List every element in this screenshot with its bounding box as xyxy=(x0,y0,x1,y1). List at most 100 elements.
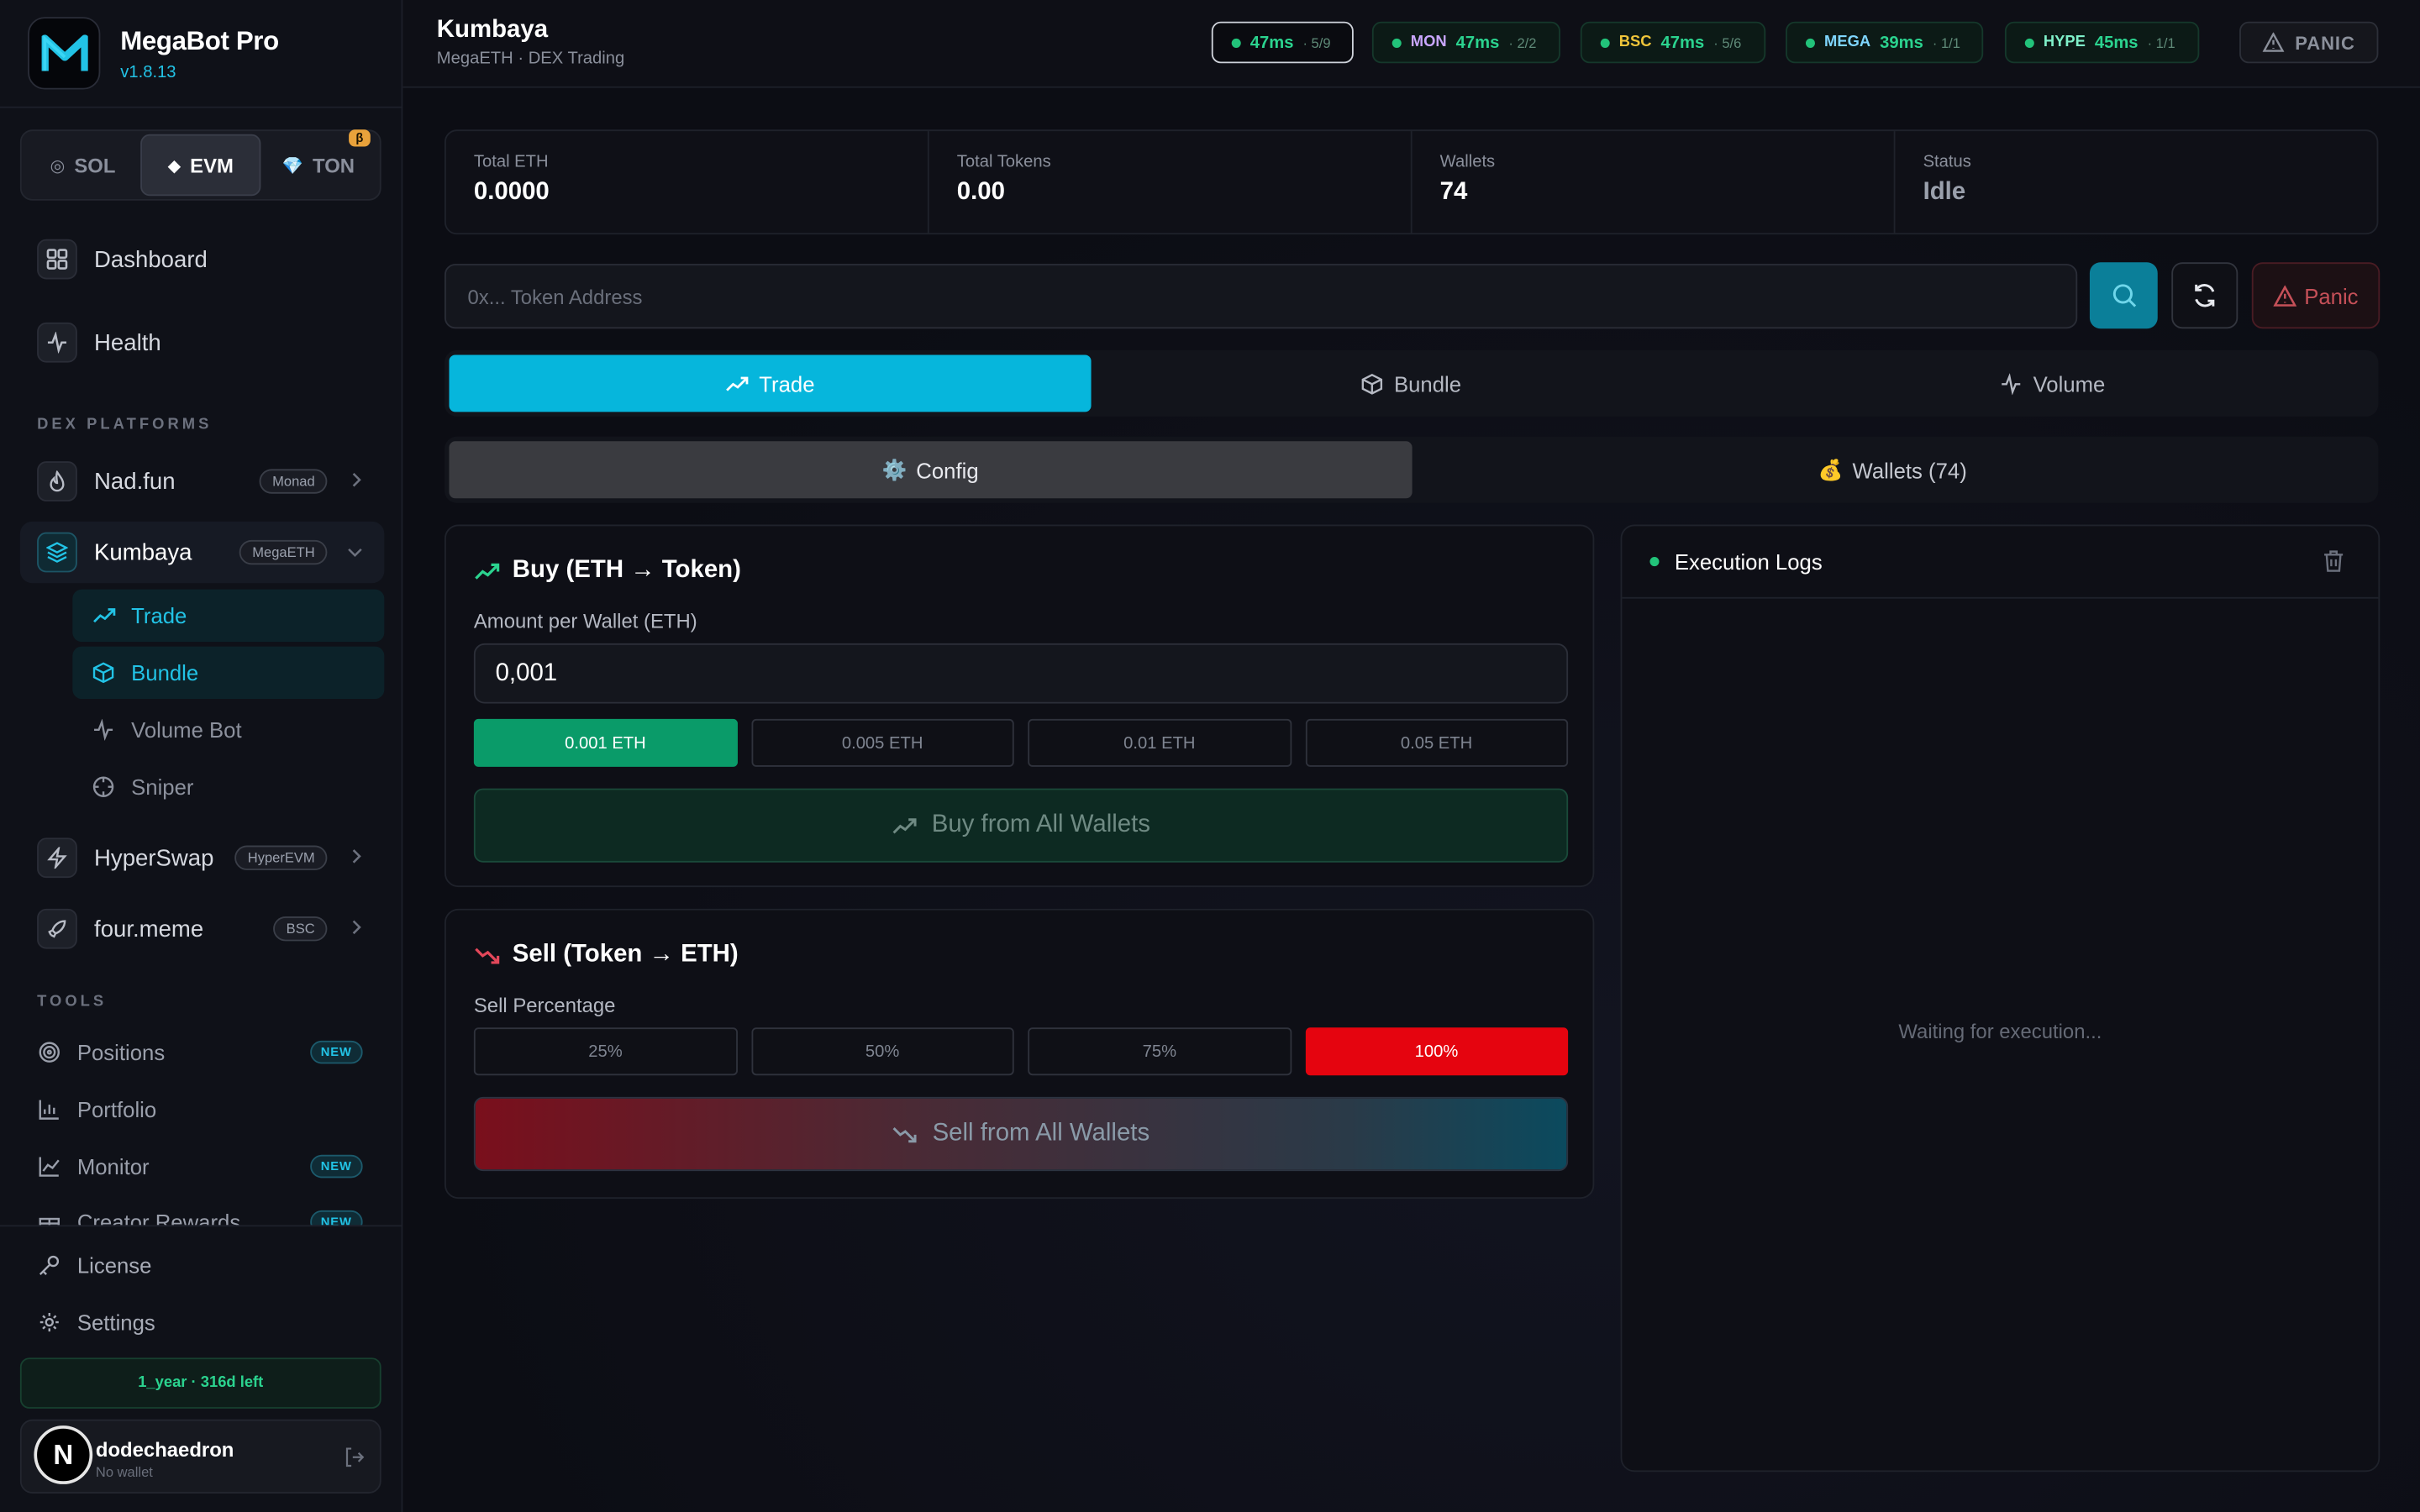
tab-bundle[interactable]: Bundle xyxy=(1091,354,1732,412)
gift-icon xyxy=(37,1210,61,1226)
rocket-icon xyxy=(37,908,77,949)
chain-chip: BSC xyxy=(273,916,328,942)
subnav-label: Bundle xyxy=(131,660,199,685)
new-badge: NEW xyxy=(309,1210,363,1226)
activity-icon xyxy=(2002,372,2021,395)
logs-header: Execution Logs xyxy=(1622,526,2379,599)
sell-all-button[interactable]: Sell from All Wallets xyxy=(473,1096,1569,1172)
nav-settings[interactable]: Settings xyxy=(37,1299,155,1346)
status-dot xyxy=(1231,37,1241,48)
stat-label: Total ETH xyxy=(473,152,549,171)
panic-button[interactable]: Panic xyxy=(2251,262,2381,329)
subnav-label: Sniper xyxy=(131,774,194,800)
nav-health[interactable]: Health xyxy=(20,312,384,373)
nav-platform-hyperswap[interactable]: HyperSwap HyperEVM xyxy=(20,827,384,888)
token-address-input[interactable] xyxy=(444,264,2078,329)
preset-75-percent[interactable]: 75% xyxy=(1028,1027,1292,1076)
latency-ms: 47ms xyxy=(1249,33,1294,52)
nav-label: Settings xyxy=(76,1310,155,1335)
brand-version: v1.8.13 xyxy=(120,62,176,81)
preset-25-percent[interactable]: 25% xyxy=(473,1027,738,1076)
chain-chip: MegaETH xyxy=(239,539,328,565)
stat-value: 0.0000 xyxy=(473,179,550,206)
trash-icon[interactable] xyxy=(2323,549,2344,580)
buy-all-button[interactable]: Buy from All Wallets xyxy=(473,788,1569,863)
tab-config[interactable]: ⚙️ Config xyxy=(449,441,1412,499)
refresh-button[interactable] xyxy=(2171,262,2238,329)
license-status: 1_year · 316d left xyxy=(19,1357,381,1409)
mode-tabs: Trade Bundle Volume xyxy=(444,349,2379,417)
megabot-logo-icon xyxy=(28,17,101,90)
latency-pill-hype[interactable]: HYPE 45ms · 1/1 xyxy=(2004,21,2200,64)
tab-label: Config xyxy=(916,457,979,482)
nav-label: Health xyxy=(94,329,161,356)
brand[interactable]: MegaBot Pro v1.8.13 xyxy=(28,17,279,90)
nav-platform-kumbaya[interactable]: Kumbaya MegaETH xyxy=(19,521,385,584)
subnav-sniper[interactable]: Sniper xyxy=(72,761,384,813)
gear-icon: ⚙️ xyxy=(881,457,908,481)
amount-per-wallet-input[interactable] xyxy=(473,643,1569,704)
latency-pill-global[interactable]: 47ms · 5/9 xyxy=(1211,21,1354,64)
subnav-trade[interactable]: Trade xyxy=(72,589,385,643)
sub-tabs: ⚙️ Config 💰 Wallets (74) xyxy=(444,436,2379,503)
chevron-right-icon xyxy=(350,915,363,942)
sol-icon: ◎ xyxy=(50,156,66,176)
logs-title: Execution Logs xyxy=(1674,549,1823,575)
preset-0001-eth[interactable]: 0.001 ETH xyxy=(473,718,738,767)
chain-tab-sol[interactable]: ◎ SOL xyxy=(24,134,140,196)
nav-platform-fourmeme[interactable]: four.meme BSC xyxy=(20,898,384,959)
tab-trade[interactable]: Trade xyxy=(449,354,1091,412)
tool-positions[interactable]: Positions NEW xyxy=(37,1029,367,1075)
stat-value: 0.00 xyxy=(956,179,1005,206)
preset-001-eth[interactable]: 0.01 ETH xyxy=(1028,718,1292,767)
nav-license[interactable]: License xyxy=(37,1242,151,1289)
logout-icon[interactable] xyxy=(345,1447,365,1475)
buy-title: Buy (ETH → Token) xyxy=(474,557,741,585)
dashboard-icon xyxy=(37,239,77,280)
subnav-volume-bot[interactable]: Volume Bot xyxy=(72,704,384,756)
search-button[interactable] xyxy=(2089,262,2158,329)
panic-button-header[interactable]: PANIC xyxy=(2239,21,2379,64)
tools-scroll-area[interactable]: Positions NEW Portfolio Monitor NEW Crea… xyxy=(0,1027,402,1226)
preset-100-percent[interactable]: 100% xyxy=(1304,1027,1569,1076)
tab-volume[interactable]: Volume xyxy=(1732,354,2373,412)
amount-label: Amount per Wallet (ETH) xyxy=(473,609,697,633)
latency-name: HYPE xyxy=(2043,34,2086,51)
button-label: Sell from All Wallets xyxy=(932,1120,1150,1147)
latency-name: BSC xyxy=(1618,34,1652,51)
latency-pill-mon[interactable]: MON 47ms · 2/2 xyxy=(1371,21,1560,64)
latency-pill-bsc[interactable]: BSC 47ms · 5/6 xyxy=(1580,21,1766,64)
section-title-dex: DEX PLATFORMS xyxy=(37,416,213,434)
status-dot xyxy=(1600,37,1610,48)
latency-count: · 1/1 xyxy=(1932,34,1960,50)
chain-chip: HyperEVM xyxy=(235,845,328,870)
latency-pill-mega[interactable]: MEGA 39ms · 1/1 xyxy=(1786,21,1984,64)
nav-label: four.meme xyxy=(94,916,204,942)
tool-monitor[interactable]: Monitor NEW xyxy=(37,1143,367,1189)
tool-creator-rewards[interactable]: Creator Rewards NEW xyxy=(37,1199,367,1226)
preset-50-percent[interactable]: 50% xyxy=(750,1027,1014,1076)
user-card[interactable]: N dodechaedron No wallet xyxy=(19,1419,381,1494)
chain-tab-ton[interactable]: 💎 TON β xyxy=(260,129,376,196)
main-content: Total ETH 0.0000 Total Tokens 0.00 Walle… xyxy=(402,87,2420,1512)
nav-platform-nadfun[interactable]: Nad.fun Monad xyxy=(20,450,384,512)
divider xyxy=(0,106,403,108)
avatar: N xyxy=(34,1425,93,1484)
preset-005-eth[interactable]: 0.05 ETH xyxy=(1304,718,1569,767)
chain-tab-evm[interactable]: ◆ EVM xyxy=(140,134,260,197)
preset-0005-eth[interactable]: 0.005 ETH xyxy=(750,718,1014,767)
subnav-bundle[interactable]: Bundle xyxy=(72,646,385,700)
logs-empty-text: Waiting for execution... xyxy=(1898,1020,2102,1043)
execution-logs-panel: Execution Logs Waiting for execution... xyxy=(1620,524,2381,1473)
page-subtitle: MegaETH · DEX Trading xyxy=(436,49,625,68)
nav-label: License xyxy=(76,1252,152,1278)
nav-dashboard[interactable]: Dashboard xyxy=(20,228,384,290)
buy-card: Buy (ETH → Token) Amount per Wallet (ETH… xyxy=(444,524,1595,888)
status-dot xyxy=(1805,37,1815,48)
chain-chip: Monad xyxy=(260,469,328,494)
tab-wallets[interactable]: 💰 Wallets (74) xyxy=(1412,441,2374,498)
stat-total-tokens: Total Tokens 0.00 xyxy=(929,131,1413,234)
tool-portfolio[interactable]: Portfolio xyxy=(37,1086,367,1132)
beta-badge: β xyxy=(349,129,371,147)
zap-icon xyxy=(37,837,77,879)
